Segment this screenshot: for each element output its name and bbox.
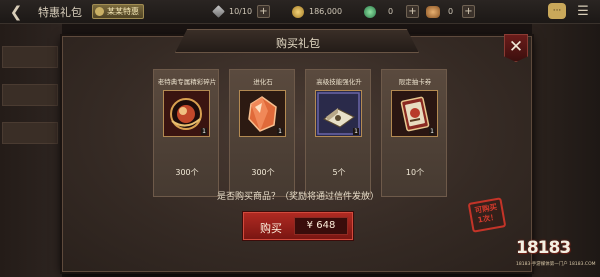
tag-label: 某某特惠	[107, 7, 139, 16]
item-slot: 1	[391, 90, 438, 137]
bread-value: 0	[448, 7, 454, 16]
gold-coin-icon	[292, 6, 304, 18]
tag-badge[interactable]: 某某特惠	[92, 4, 144, 19]
watermark-subtext: 18183·手游媒体第一门户 18183.COM	[516, 262, 596, 267]
gem-counter: 0 +	[364, 4, 424, 20]
purchase-confirmation-text: 是否购买商品？（奖励将通过信件发放）	[216, 192, 379, 202]
gold-value: 186,000	[309, 7, 343, 16]
add-gem-button[interactable]: +	[406, 5, 419, 18]
buy-label: 购买	[260, 222, 282, 235]
dialog-title: 购买礼包	[276, 37, 320, 50]
menu-icon[interactable]: ☰	[574, 4, 592, 19]
gift-item-card[interactable]: 老特典专属精彩碎片 1 300个	[153, 69, 219, 197]
item-count: 300个	[175, 168, 199, 177]
gem-value: 0	[388, 7, 394, 16]
item-count: 5个	[332, 168, 346, 177]
item-count: 10个	[405, 168, 425, 177]
item-quantity: 1	[277, 128, 283, 135]
dialog-header: 购买礼包	[175, 29, 419, 53]
item-count: 300个	[251, 168, 275, 177]
top-bar: ❮ 特惠礼包 某某特惠 10/10 + 186,000 0 + 0 + ··· …	[0, 0, 600, 24]
energy-value: 10/10	[229, 7, 253, 16]
add-energy-button[interactable]: +	[257, 5, 270, 18]
bread-counter: 0 +	[426, 4, 486, 20]
purchase-limit-stamp: 可购买 1次！	[467, 197, 507, 233]
add-bread-button[interactable]: +	[462, 5, 475, 18]
item-slot: 1	[315, 90, 362, 137]
watermark-text: 18183	[516, 238, 571, 258]
item-name: 老特典专属精彩碎片	[157, 78, 217, 86]
back-arrow-icon[interactable]: ❮	[8, 3, 24, 21]
buy-button[interactable]: 购买 ¥ 648	[243, 212, 353, 240]
background-tab	[2, 122, 58, 144]
item-name: 高级技能强化升	[316, 78, 362, 86]
item-slot: 1	[239, 90, 286, 137]
watermark-logo: 18183 18183·手游媒体第一门户 18183.COM	[512, 232, 598, 274]
background-tab	[2, 46, 58, 68]
bread-icon	[426, 6, 440, 18]
item-name: 进化石	[253, 78, 273, 86]
gem-icon	[364, 6, 376, 18]
item-slot: 1	[163, 90, 210, 137]
background-tab	[2, 84, 58, 106]
page-title: 特惠礼包	[38, 6, 82, 19]
buy-price: ¥ 648	[294, 217, 348, 235]
purchase-dialog: 购买礼包 老特典专属精彩碎片 1 300个 进化石 1 300个 高级技能强化升…	[62, 29, 532, 272]
item-name: 限定抽卡券	[398, 78, 432, 86]
gift-item-card[interactable]: 限定抽卡券 1 10个	[381, 69, 447, 197]
energy-icon	[212, 5, 225, 18]
background-sidebar	[0, 24, 62, 277]
item-quantity: 1	[429, 128, 435, 135]
chat-icon[interactable]: ···	[548, 3, 566, 19]
item-quantity: 1	[353, 128, 359, 135]
energy-counter: 10/10 +	[212, 4, 272, 20]
gold-counter: 186,000	[292, 4, 372, 20]
item-quantity: 1	[201, 128, 207, 135]
gift-item-card[interactable]: 进化石 1 300个	[229, 69, 295, 197]
coin-icon	[95, 7, 104, 16]
close-icon[interactable]: ✕	[504, 34, 528, 62]
gift-item-card[interactable]: 高级技能强化升 1 5个	[305, 69, 371, 197]
